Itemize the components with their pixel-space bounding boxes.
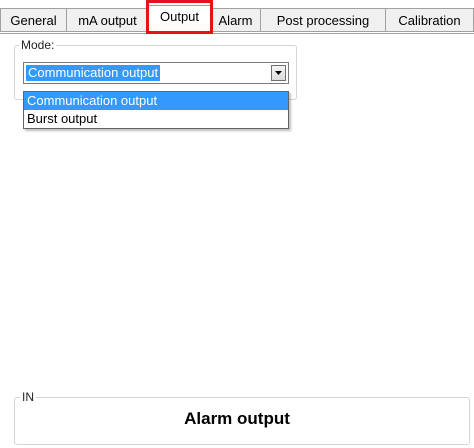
mode-dropdown-list: Communication output Burst output <box>23 91 289 129</box>
mode-group-caption: Mode: <box>19 38 57 52</box>
tab-calibration[interactable]: Calibration <box>385 8 474 32</box>
alarm-output-title: Alarm output <box>184 409 290 428</box>
tab-strip: General mA output Output Alarm Post proc… <box>0 5 474 34</box>
tab-ma-output[interactable]: mA output <box>66 8 149 32</box>
dropdown-option-burst-output[interactable]: Burst output <box>24 110 288 128</box>
dropdown-button[interactable] <box>271 65 286 81</box>
tab-alarm[interactable]: Alarm <box>210 8 261 32</box>
chevron-down-icon <box>275 71 282 75</box>
mode-select-value: Communication output <box>26 65 161 81</box>
tab-post-processing[interactable]: Post processing <box>260 8 386 32</box>
dropdown-option-communication-output[interactable]: Communication output <box>24 92 288 110</box>
tab-output[interactable]: Output <box>148 5 211 33</box>
tab-general[interactable]: General <box>0 8 67 32</box>
in-group-caption: IN <box>20 390 36 404</box>
mode-select[interactable]: Communication output <box>23 62 289 84</box>
